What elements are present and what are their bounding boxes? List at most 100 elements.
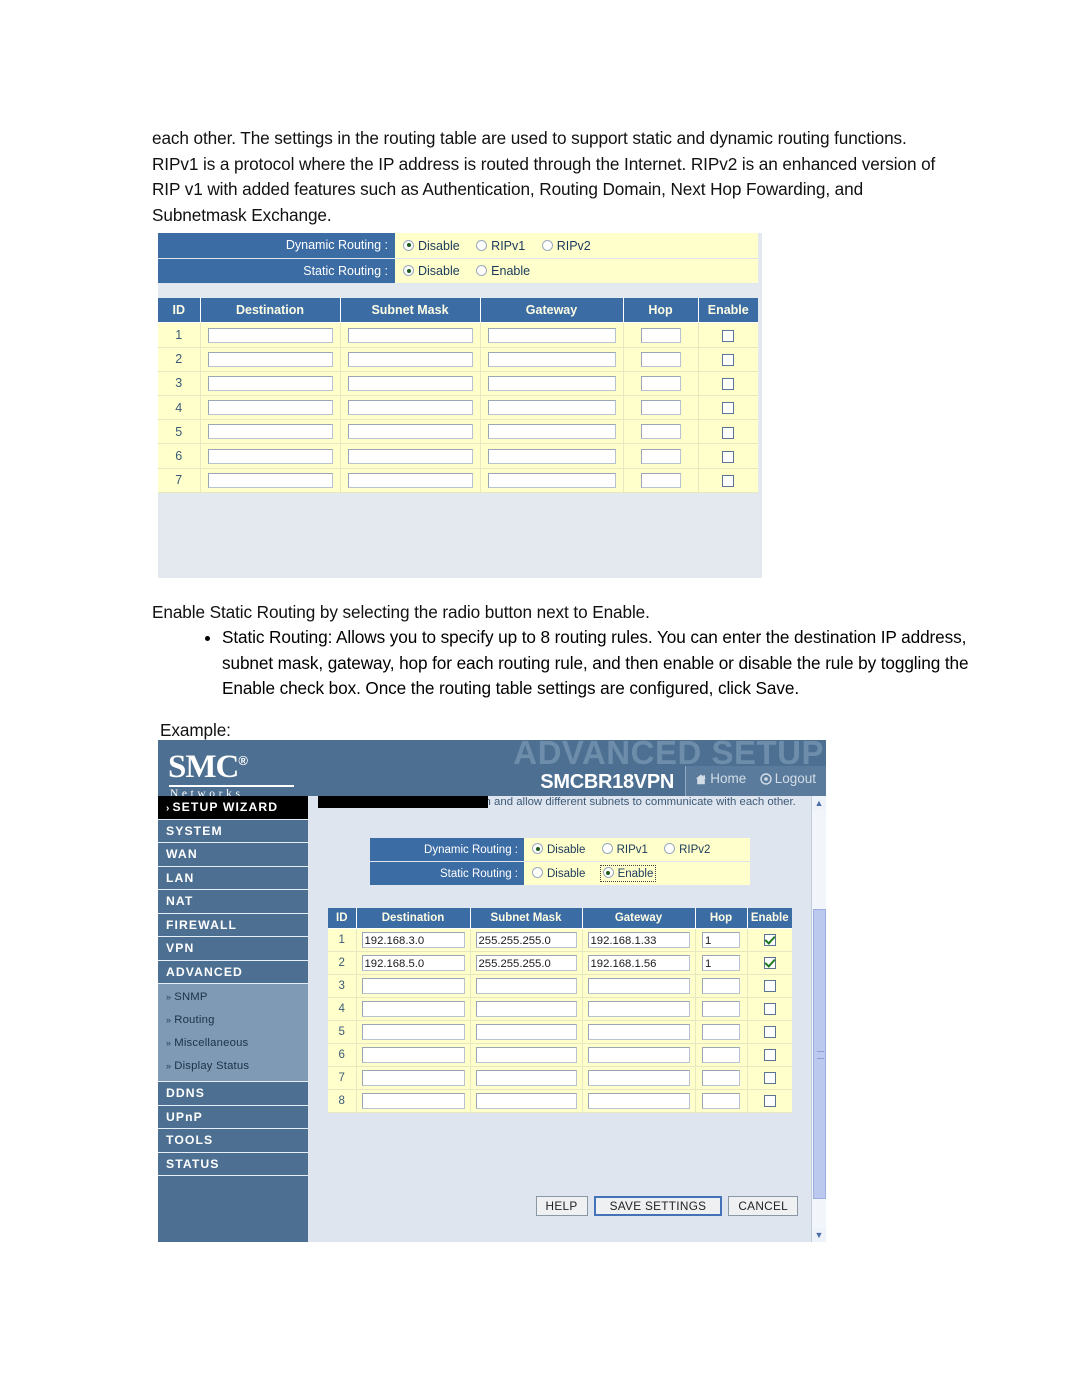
- enable-checkbox[interactable]: [763, 1025, 776, 1038]
- radio-option-static-disable-1[interactable]: Disable: [403, 264, 460, 278]
- gateway-input[interactable]: [487, 327, 616, 343]
- enable-checkbox[interactable]: [722, 378, 735, 391]
- gateway-input[interactable]: [487, 424, 616, 440]
- hop-input[interactable]: [640, 400, 681, 416]
- hop-input[interactable]: 1: [702, 932, 740, 948]
- subnet-mask-input[interactable]: [347, 400, 473, 416]
- gateway-input[interactable]: [487, 472, 616, 488]
- radio-option-static-enable-2[interactable]: Enable: [599, 865, 657, 882]
- radio-option-dynamic-ripv1-1[interactable]: RIPv1: [476, 239, 525, 253]
- destination-input[interactable]: 192.168.5.0: [361, 955, 465, 971]
- gateway-input[interactable]: [487, 400, 616, 416]
- gateway-input[interactable]: 192.168.1.56: [587, 955, 690, 971]
- save-settings-button[interactable]: SAVE SETTINGS: [593, 1196, 723, 1216]
- subnet-mask-input[interactable]: [475, 1047, 577, 1063]
- enable-checkbox[interactable]: [722, 353, 735, 366]
- hop-input[interactable]: [640, 448, 681, 464]
- sidebar-item-tools[interactable]: TOOLS: [158, 1129, 308, 1153]
- destination-input[interactable]: 192.168.3.0: [361, 932, 465, 948]
- destination-input[interactable]: [207, 400, 333, 416]
- destination-input[interactable]: [207, 376, 333, 392]
- subnet-mask-input[interactable]: [347, 376, 473, 392]
- enable-checkbox[interactable]: [763, 956, 776, 969]
- hop-input[interactable]: 1: [702, 955, 740, 971]
- enable-checkbox[interactable]: [722, 329, 735, 342]
- enable-checkbox[interactable]: [722, 474, 735, 487]
- destination-input[interactable]: [361, 1001, 465, 1017]
- radio-option-static-disable-2[interactable]: Disable: [532, 867, 585, 880]
- subnet-mask-input[interactable]: [475, 978, 577, 994]
- hop-input[interactable]: [702, 1001, 740, 1017]
- destination-input[interactable]: [207, 327, 333, 343]
- enable-checkbox[interactable]: [763, 1071, 776, 1084]
- radio-option-dynamic-ripv1-2[interactable]: RIPv1: [601, 843, 648, 856]
- scroll-down-icon[interactable]: ▼: [812, 1228, 826, 1242]
- subnet-mask-input[interactable]: [475, 1001, 577, 1017]
- radio-option-dynamic-disable-1[interactable]: Disable: [403, 239, 460, 253]
- scrollbar-thumb[interactable]: [813, 909, 826, 1199]
- hop-input[interactable]: [702, 978, 740, 994]
- sidebar-item-lan[interactable]: LAN: [158, 866, 308, 890]
- enable-checkbox[interactable]: [763, 979, 776, 992]
- destination-input[interactable]: [361, 1093, 465, 1109]
- subnet-mask-input[interactable]: [347, 448, 473, 464]
- gateway-input[interactable]: [487, 351, 616, 367]
- subnet-mask-input[interactable]: [347, 351, 473, 367]
- hop-input[interactable]: [640, 376, 681, 392]
- destination-input[interactable]: [361, 978, 465, 994]
- gateway-input[interactable]: 192.168.1.33: [587, 932, 690, 948]
- sidebar-item-nat[interactable]: NAT: [158, 890, 308, 914]
- radio-option-dynamic-ripv2-1[interactable]: RIPv2: [541, 239, 591, 253]
- hop-input[interactable]: [702, 1024, 740, 1040]
- enable-checkbox[interactable]: [722, 402, 735, 415]
- destination-input[interactable]: [207, 424, 333, 440]
- destination-input[interactable]: [361, 1024, 465, 1040]
- destination-input[interactable]: [361, 1070, 465, 1086]
- enable-checkbox[interactable]: [763, 1094, 776, 1107]
- destination-input[interactable]: [207, 351, 333, 367]
- sidebar-item-system[interactable]: SYSTEM: [158, 819, 308, 843]
- sidebar-item-upnp[interactable]: UPnP: [158, 1105, 308, 1129]
- sidebar-item-setup-wizard[interactable]: › SETUP WIZARD: [158, 796, 308, 820]
- radio-option-dynamic-disable-2[interactable]: Disable: [532, 843, 585, 856]
- scroll-up-icon[interactable]: ▲: [812, 796, 826, 810]
- hop-input[interactable]: [640, 472, 681, 488]
- enable-checkbox[interactable]: [722, 426, 735, 439]
- home-link[interactable]: Home: [695, 771, 746, 788]
- sidebar-item-advanced[interactable]: ADVANCED: [158, 960, 308, 984]
- sidebar-subitem-snmp[interactable]: » SNMP: [158, 986, 308, 1009]
- vertical-scrollbar[interactable]: ▲ ▼: [811, 796, 826, 1242]
- subnet-mask-input[interactable]: [347, 327, 473, 343]
- subnet-mask-input[interactable]: [475, 1093, 577, 1109]
- sidebar-item-ddns[interactable]: DDNS: [158, 1082, 308, 1106]
- sidebar-item-firewall[interactable]: FIREWALL: [158, 913, 308, 937]
- subnet-mask-input[interactable]: [475, 1024, 577, 1040]
- gateway-input[interactable]: [487, 376, 616, 392]
- hop-input[interactable]: [702, 1070, 740, 1086]
- hop-input[interactable]: [702, 1093, 740, 1109]
- sidebar-subitem-routing[interactable]: » Routing: [158, 1009, 308, 1032]
- gateway-input[interactable]: [487, 448, 616, 464]
- gateway-input[interactable]: [587, 1024, 690, 1040]
- destination-input[interactable]: [361, 1047, 465, 1063]
- gateway-input[interactable]: [587, 978, 690, 994]
- enable-checkbox[interactable]: [763, 1002, 776, 1015]
- hop-input[interactable]: [640, 351, 681, 367]
- subnet-mask-input[interactable]: 255.255.255.0: [475, 932, 577, 948]
- enable-checkbox[interactable]: [722, 450, 735, 463]
- sidebar-item-vpn[interactable]: VPN: [158, 937, 308, 961]
- destination-input[interactable]: [207, 448, 333, 464]
- cancel-button[interactable]: CANCEL: [728, 1196, 798, 1216]
- sidebar-item-status[interactable]: STATUS: [158, 1152, 308, 1176]
- gateway-input[interactable]: [587, 1047, 690, 1063]
- enable-checkbox[interactable]: [763, 933, 776, 946]
- gateway-input[interactable]: [587, 1001, 690, 1017]
- subnet-mask-input[interactable]: [475, 1070, 577, 1086]
- hop-input[interactable]: [702, 1047, 740, 1063]
- sidebar-subitem-miscellaneous[interactable]: » Miscellaneous: [158, 1032, 308, 1055]
- hop-input[interactable]: [640, 327, 681, 343]
- gateway-input[interactable]: [587, 1093, 690, 1109]
- sidebar-subitem-display-status[interactable]: » Display Status: [158, 1055, 308, 1078]
- radio-option-dynamic-ripv2-2[interactable]: RIPv2: [664, 843, 710, 856]
- subnet-mask-input[interactable]: [347, 424, 473, 440]
